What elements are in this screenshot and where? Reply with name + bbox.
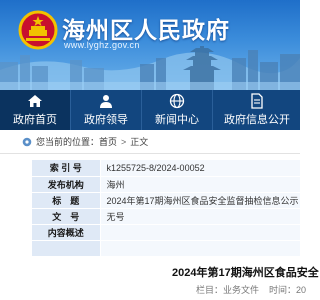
table-row: 内容概述 [32, 224, 300, 241]
nav-item-gov-info[interactable]: 政府信息公开 [213, 90, 300, 130]
breadcrumb-separator: > [121, 136, 127, 147]
table-row: 发布机构 海州 [32, 176, 300, 193]
table-row: 标 题 2024年第17期海州区食品安全监督抽检信息公示 [32, 192, 300, 209]
summary-value [100, 224, 300, 241]
national-emblem-icon [18, 10, 58, 50]
index-number-value: k1255725-8/2024-00052 [100, 160, 300, 177]
article-time: 时间：20 [269, 285, 307, 295]
empty-label [32, 240, 101, 257]
breadcrumb: 您当前的位置： 首页 > 正文 [0, 130, 300, 154]
article-category: 栏目：业务文件 [196, 285, 260, 295]
nav-item-label: 政府领导 [84, 114, 128, 126]
breadcrumb-current: 正文 [130, 137, 149, 147]
nav-item-label: 政府首页 [13, 114, 57, 126]
document-icon [251, 93, 263, 109]
table-row: 索 引 号 k1255725-8/2024-00052 [32, 160, 300, 177]
summary-label: 内容概述 [32, 224, 101, 241]
nav-item-news[interactable]: 新闻中心 [142, 90, 212, 130]
table-row: 文 号 无号 [32, 208, 300, 225]
title-value: 2024年第17期海州区食品安全监督抽检信息公示 [100, 192, 300, 209]
nav-item-label: 政府信息公开 [224, 114, 290, 126]
document-number-label: 文 号 [32, 208, 101, 225]
article-meta: 栏目：业务文件 时间：20 [196, 283, 306, 296]
table-row [32, 240, 300, 257]
site-banner: 海州区人民政府 www.lyghz.gov.cn [0, 0, 300, 90]
nav-item-home[interactable]: 政府首页 [0, 90, 70, 130]
nav-item-label: 新闻中心 [155, 114, 199, 126]
index-number-label: 索 引 号 [32, 160, 101, 177]
breadcrumb-home-link[interactable]: 首页 [99, 135, 117, 148]
document-info-table: 索 引 号 k1255725-8/2024-00052 发布机构 海州 标 题 … [32, 160, 300, 257]
nav-item-leaders[interactable]: 政府领导 [71, 90, 141, 130]
site-url: www.lyghz.gov.cn [64, 40, 140, 50]
document-number-value: 无号 [100, 208, 300, 225]
home-icon [28, 95, 42, 107]
empty-value [100, 240, 300, 257]
breadcrumb-prefix: 您当前的位置： [36, 137, 100, 147]
user-icon [100, 95, 112, 108]
title-label: 标 题 [32, 192, 101, 209]
location-pin-icon [22, 137, 32, 146]
main-nav: 政府首页 政府领导 新闻中心 政府信息公开 [0, 90, 300, 130]
publisher-value: 海州 [100, 176, 300, 193]
article-title: 2024年第17期海州区食品安全 [172, 267, 319, 279]
publisher-label: 发布机构 [32, 176, 101, 193]
globe-icon [169, 93, 185, 109]
